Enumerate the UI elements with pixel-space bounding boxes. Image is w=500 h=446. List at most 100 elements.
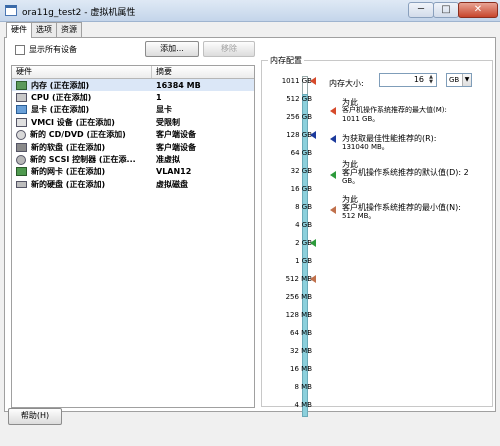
scale-tick: 32 MB	[290, 347, 312, 355]
show-all-devices[interactable]: 显示所有设备	[15, 44, 77, 55]
hardware-table: 硬件 摘要 内存 (正在添加) 16384 MB CPU (正在添加) 1 显卡…	[11, 65, 255, 408]
brown-marker-icon	[330, 206, 336, 214]
scale-tick: 16 GB	[290, 185, 312, 193]
scale-tick: 32 GB	[290, 167, 312, 175]
cd-dvd-icon	[16, 129, 26, 140]
default-recommended-marker	[310, 239, 316, 247]
table-row[interactable]: 新的软盘 (正在添加) 客户端设备	[12, 141, 254, 153]
tab-hardware[interactable]: 硬件	[6, 22, 32, 38]
info-best-performance: 为获取最佳性能推荐的(R): 131040 MB。	[330, 133, 490, 157]
header-hardware[interactable]: 硬件	[12, 66, 152, 78]
table-row[interactable]: VMCI 设备 (正在添加) 受限制	[12, 116, 254, 128]
remove-button[interactable]: 移除	[203, 41, 255, 57]
row-summary: VLAN12	[156, 167, 192, 177]
scale-tick: 8 MB	[294, 383, 312, 391]
blue-marker-icon	[330, 135, 336, 143]
scale-tick: 4 GB	[295, 221, 312, 229]
dialog-body: 硬件 选项 资源 显示所有设备 添加... 移除 硬件 摘要 内存 (正在添加)…	[0, 22, 500, 446]
memory-size-label: 内存大小:	[329, 79, 364, 88]
row-name: 新的硬盘 (正在添加)	[31, 179, 106, 189]
maximize-button[interactable]: □	[433, 2, 459, 18]
info-line: 1011 GB。	[342, 115, 380, 123]
info-min-recommended: 为此 客户机操作系统推荐的最小值(N): 512 MB。	[330, 194, 490, 228]
row-name: 内存 (正在添加)	[31, 80, 90, 90]
row-summary: 准虚拟	[156, 155, 180, 165]
scale-tick: 1011 GB	[281, 77, 312, 85]
info-line: 131040 MB。	[342, 143, 389, 151]
row-summary: 显卡	[156, 105, 172, 115]
hardware-table-header: 硬件 摘要	[12, 66, 254, 79]
show-all-devices-label: 显示所有设备	[29, 45, 77, 54]
table-row[interactable]: 显卡 (正在添加) 显卡	[12, 104, 254, 116]
green-marker-icon	[330, 171, 336, 179]
row-name: 新的网卡 (正在添加)	[31, 167, 106, 177]
chevron-down-icon[interactable]: ▼	[462, 74, 471, 86]
vmci-icon	[16, 117, 27, 127]
table-row[interactable]: CPU (正在添加) 1	[12, 91, 254, 103]
scale-tick: 256 GB	[286, 113, 312, 121]
scale-tick: 128 GB	[286, 131, 312, 139]
scale-tick: 16 MB	[290, 365, 312, 373]
close-button[interactable]: ✕	[458, 2, 498, 18]
window-app-icon	[5, 5, 17, 16]
scale-tick: 64 MB	[290, 329, 312, 337]
row-name: 新的 SCSI 控制器 (正在添...	[30, 155, 136, 165]
table-row[interactable]: 内存 (正在添加) 16384 MB	[12, 79, 254, 92]
floppy-icon	[16, 142, 27, 152]
scale-tick: 4 MB	[294, 401, 312, 409]
memory-scale: 1011 GB 512 GB 256 GB 128 GB 64 GB 32 GB…	[262, 61, 322, 417]
row-summary: 受限制	[156, 117, 180, 127]
tab-panel: 显示所有设备 添加... 移除 硬件 摘要 内存 (正在添加) 16384 MB…	[4, 37, 496, 417]
info-line: 512 MB。	[342, 212, 376, 220]
show-all-devices-checkbox[interactable]	[15, 44, 25, 55]
add-button[interactable]: 添加...	[145, 41, 199, 57]
memory-unit-select[interactable]: GB ▼	[446, 73, 472, 87]
memory-unit-value: GB	[449, 76, 460, 84]
best-performance-marker	[310, 131, 316, 139]
help-button[interactable]: 帮助(H)	[8, 408, 62, 425]
scale-tick: 512 GB	[286, 95, 312, 103]
scale-tick: 512 MB	[285, 275, 312, 283]
row-summary: 16384 MB	[156, 80, 201, 90]
hard-disk-icon	[16, 180, 27, 188]
memory-icon	[16, 80, 27, 90]
scale-tick: 1 GB	[295, 257, 312, 265]
info-line: 客户机操作系统推荐的默认值(D): 2	[342, 168, 469, 177]
row-name: CPU (正在添加)	[31, 93, 92, 103]
scale-tick: 128 MB	[285, 311, 312, 319]
info-max-recommended: 为此 客户机操作系统推荐的最大值(M): 1011 GB。	[330, 97, 490, 133]
row-summary: 1	[156, 93, 162, 103]
memory-size-input[interactable]: 16 ▲ ▼	[379, 73, 437, 87]
scale-tick: 64 GB	[290, 149, 312, 157]
scale-tick: 256 MB	[285, 293, 312, 301]
table-row[interactable]: 新的网卡 (正在添加) VLAN12	[12, 166, 254, 178]
tab-strip: 硬件 选项 资源	[6, 22, 82, 38]
tab-resources[interactable]: 资源	[56, 22, 82, 37]
info-default-recommended: 为此 客户机操作系统推荐的默认值(D): 2 GB。	[330, 159, 490, 193]
title-bar: ora11g_test2 - 虚拟机属性 ─ □ ✕	[0, 0, 500, 22]
red-marker-icon	[330, 107, 336, 115]
info-line: GB。	[342, 177, 360, 185]
network-icon	[16, 167, 27, 177]
spinner-arrows-icon[interactable]: ▲ ▼	[427, 75, 435, 85]
row-name: 新的 CD/DVD (正在添加)	[30, 130, 126, 140]
display-icon	[16, 105, 27, 115]
row-summary: 客户端设备	[156, 130, 196, 140]
table-row[interactable]: 新的 SCSI 控制器 (正在添... 准虚拟	[12, 153, 254, 165]
cpu-icon	[16, 93, 27, 103]
minimize-button[interactable]: ─	[408, 2, 434, 18]
table-row[interactable]: 新的硬盘 (正在添加) 虚拟磁盘	[12, 178, 254, 190]
row-name: 显卡 (正在添加)	[31, 105, 90, 115]
table-row[interactable]: 新的 CD/DVD (正在添加) 客户端设备	[12, 129, 254, 141]
memory-config-group: 内存配置 1011 GB 512 GB 256 GB 128 GB 64 GB …	[261, 55, 493, 417]
max-recommended-marker	[310, 77, 316, 85]
min-recommended-marker	[310, 275, 316, 283]
tab-options[interactable]: 选项	[31, 22, 57, 37]
row-summary: 虚拟磁盘	[156, 179, 188, 189]
row-summary: 客户端设备	[156, 142, 196, 152]
header-summary[interactable]: 摘要	[152, 66, 172, 78]
row-name: 新的软盘 (正在添加)	[31, 142, 106, 152]
scsi-icon	[16, 154, 26, 165]
memory-size-value: 16	[413, 75, 424, 84]
row-name: VMCI 设备 (正在添加)	[31, 117, 115, 127]
